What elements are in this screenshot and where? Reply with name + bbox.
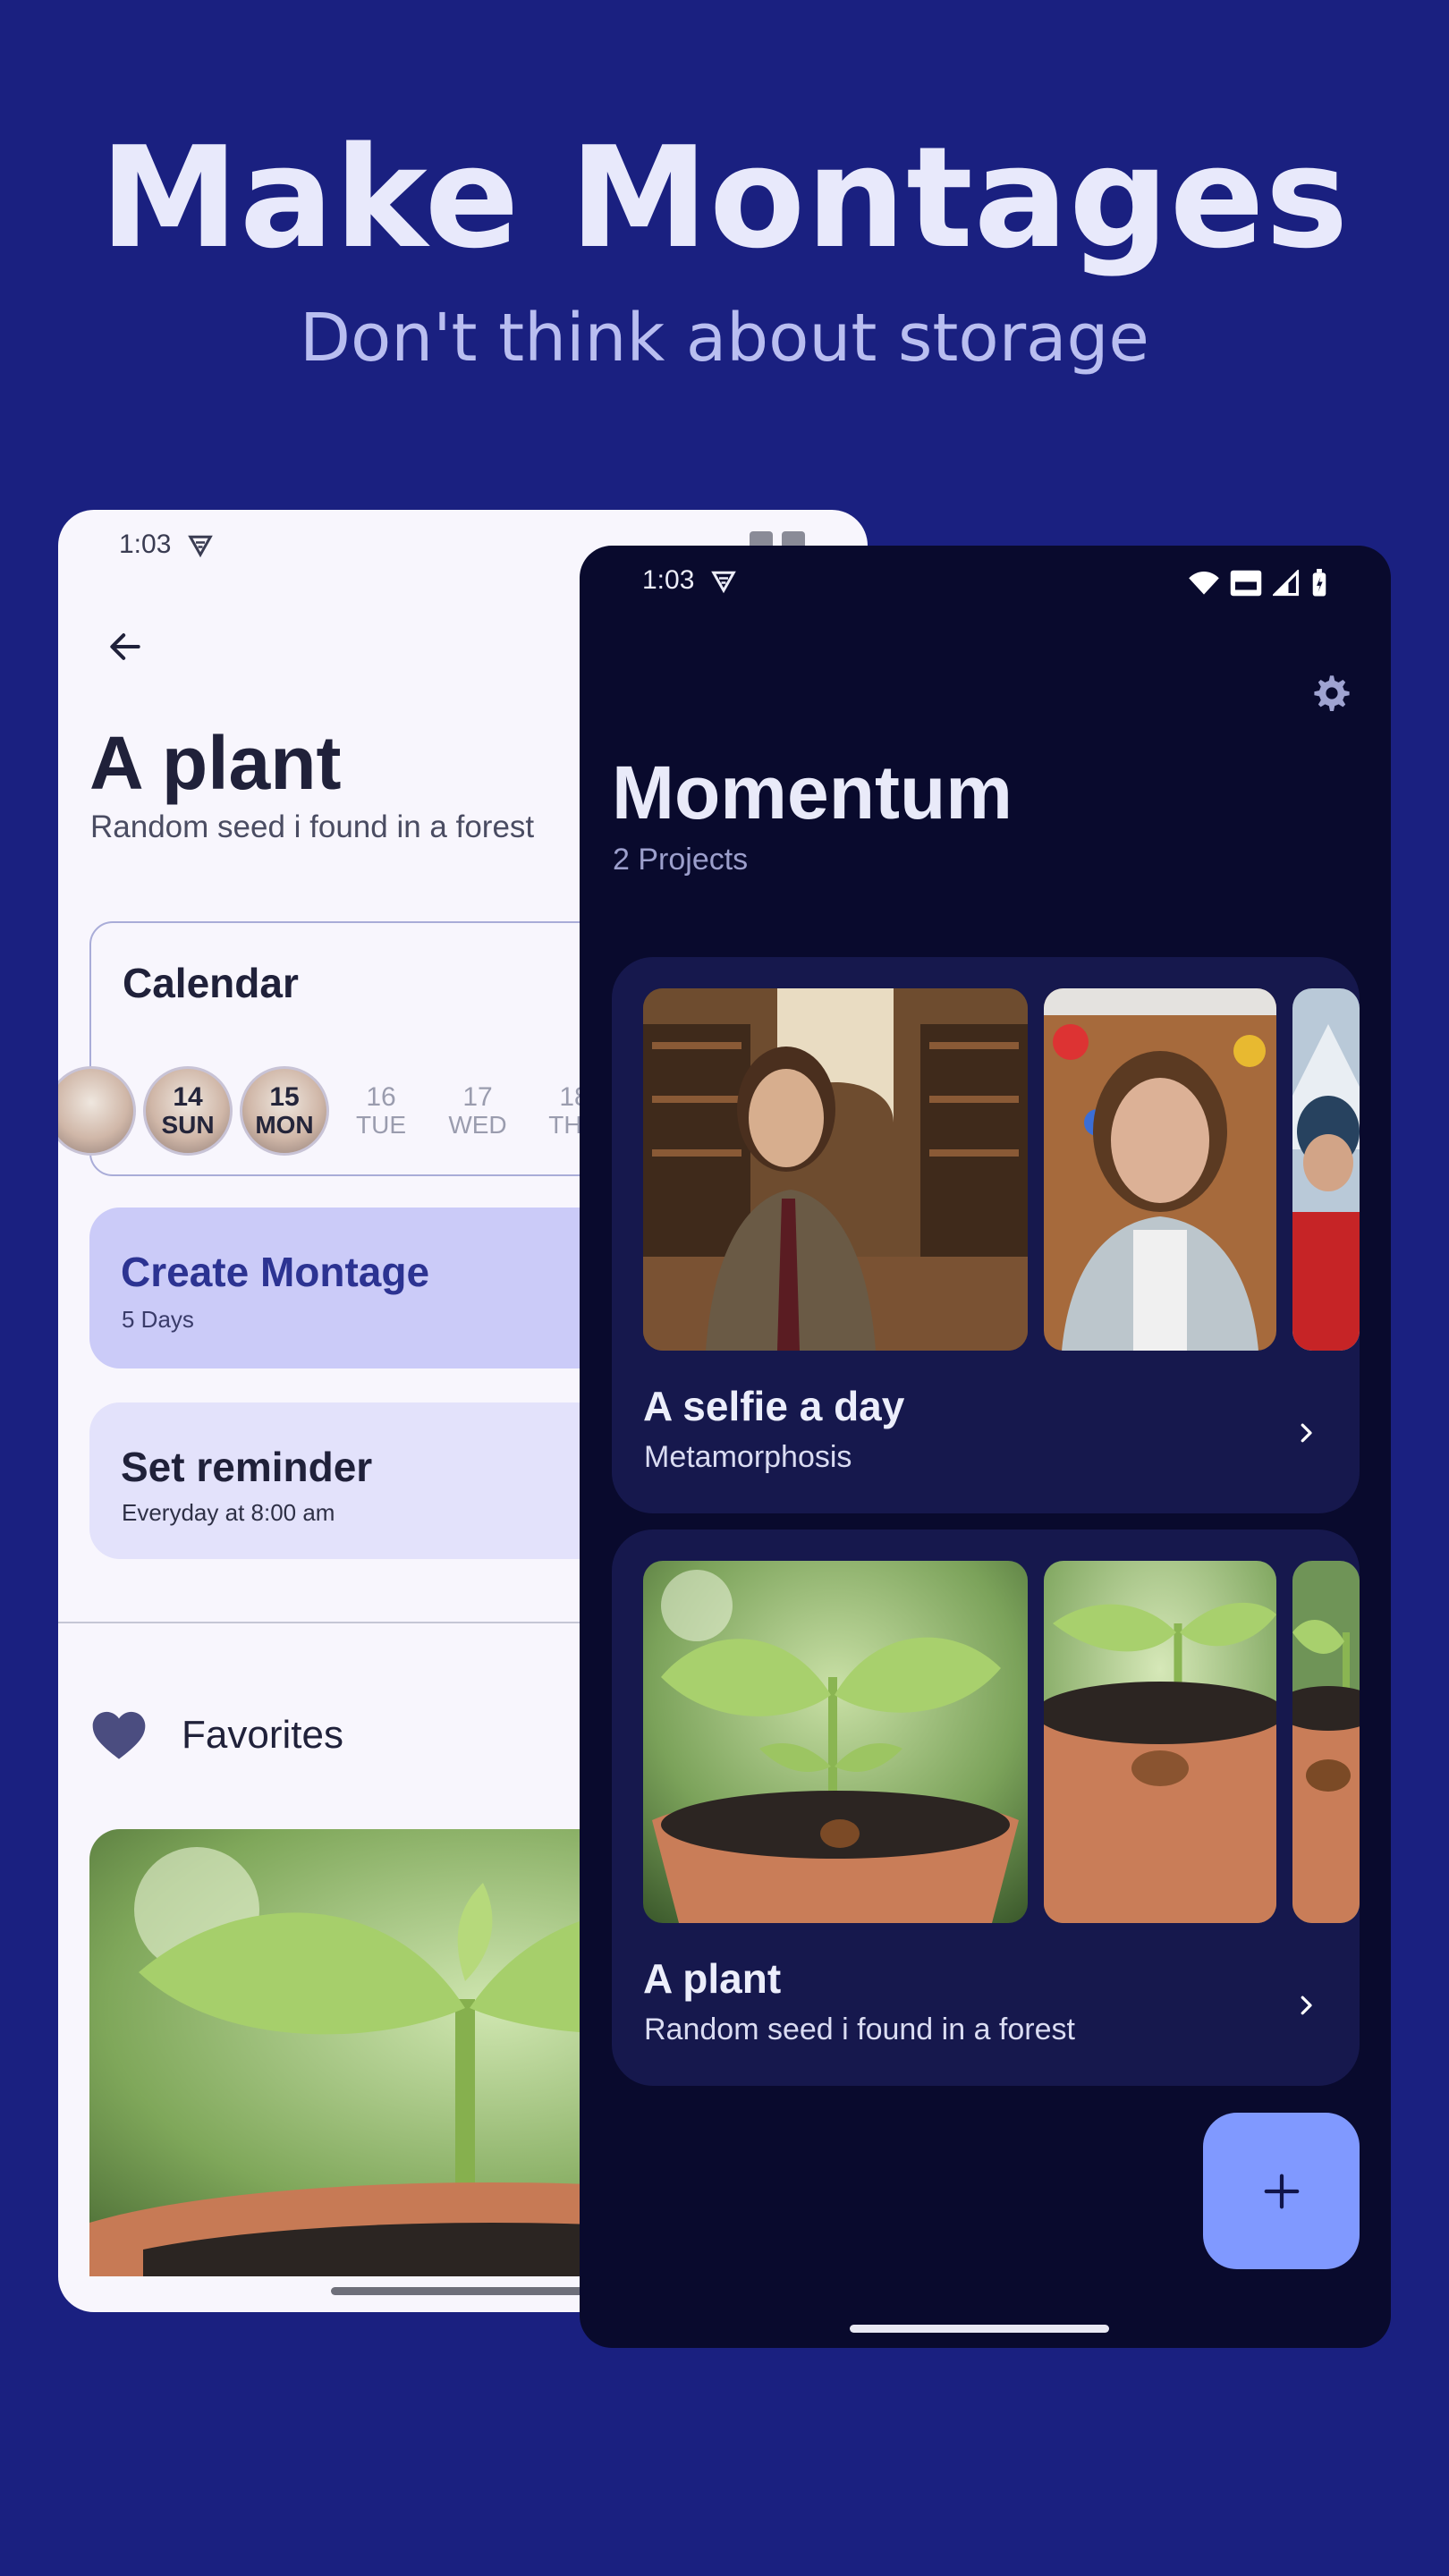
- plant-sprout-image: [1044, 1561, 1276, 1923]
- hero-title: Make Montages: [99, 116, 1350, 279]
- calendar-day[interactable]: 16 TUE: [336, 1066, 426, 1156]
- selfie-market-image: [1044, 988, 1276, 1351]
- home-indicator: [850, 2325, 1109, 2333]
- day-number: 16: [366, 1082, 396, 1113]
- day-number: 15: [269, 1082, 300, 1113]
- battery-icon: [1312, 569, 1326, 597]
- chevron-right-icon: [1301, 1996, 1312, 2015]
- set-reminder-subtitle: Everyday at 8:00 am: [122, 1499, 335, 1526]
- status-time: 1:03: [642, 565, 695, 595]
- project-thumbnail[interactable]: [1044, 1561, 1276, 1923]
- app-title: Momentum: [612, 750, 1013, 835]
- status-bar: 1:03: [119, 530, 214, 560]
- vpn-icon: [188, 535, 214, 558]
- day-of-week: MON: [255, 1111, 314, 1140]
- status-bar: 1:03: [642, 565, 737, 596]
- arrow-back-icon: [110, 633, 140, 660]
- day-of-week: SUN: [161, 1111, 215, 1140]
- plant-sprout-image: [643, 1561, 1028, 1923]
- plus-icon: [1264, 2174, 1299, 2208]
- lte-icon: [1230, 570, 1262, 597]
- project-card[interactable]: A selfie a day Metamorphosis: [612, 957, 1360, 1513]
- project-title: A plant: [89, 721, 342, 805]
- projects-list-screen: 1:03 Momentum 2 Projects A selfie a day …: [580, 546, 1391, 2348]
- gear-icon: [1314, 675, 1350, 711]
- favorites-label: Favorites: [182, 1713, 343, 1757]
- calendar-day-strip[interactable]: 14 SUN 15 MON 16 TUE 17 WED 18 THU: [58, 1066, 619, 1156]
- project-thumbnail[interactable]: [1292, 988, 1360, 1351]
- day-number: 14: [173, 1082, 203, 1113]
- home-indicator: [331, 2287, 599, 2295]
- add-project-button[interactable]: [1203, 2113, 1360, 2269]
- selfie-library-image: [643, 988, 1028, 1351]
- hero-subtitle: Don't think about storage: [300, 300, 1149, 377]
- calendar-day[interactable]: 15 MON: [240, 1066, 329, 1156]
- create-montage-subtitle: 5 Days: [122, 1306, 194, 1333]
- wifi-icon: [1189, 572, 1219, 595]
- day-of-week: TUE: [356, 1111, 406, 1140]
- project-card[interactable]: A plant Random seed i found in a forest: [612, 1530, 1360, 2086]
- project-name: A plant: [643, 1955, 782, 2002]
- calendar-title: Calendar: [123, 960, 299, 1006]
- calendar-day[interactable]: 14 SUN: [143, 1066, 233, 1156]
- heart-icon: [92, 1711, 146, 1759]
- back-button[interactable]: [94, 615, 157, 678]
- project-thumbnail[interactable]: [1292, 1561, 1360, 1923]
- day-number: 17: [462, 1082, 493, 1113]
- calendar-day[interactable]: [58, 1066, 136, 1156]
- thumbnail-strip[interactable]: [643, 988, 1360, 1351]
- settings-button[interactable]: [1305, 666, 1359, 720]
- set-reminder-label: Set reminder: [121, 1444, 373, 1490]
- project-count: 2 Projects: [613, 843, 749, 877]
- favorites-header[interactable]: Favorites: [90, 1708, 343, 1762]
- project-name: A selfie a day: [643, 1383, 905, 1429]
- open-project-button[interactable]: [1286, 1413, 1326, 1453]
- create-montage-label: Create Montage: [121, 1249, 430, 1295]
- status-time: 1:03: [119, 530, 172, 559]
- calendar-day[interactable]: 17 WED: [433, 1066, 522, 1156]
- day-of-week: WED: [448, 1111, 507, 1140]
- chevron-right-icon: [1301, 1423, 1312, 1443]
- plant-sprout-image: [1292, 1561, 1360, 1923]
- project-thumbnail[interactable]: [643, 988, 1028, 1351]
- project-description: Metamorphosis: [644, 1440, 852, 1474]
- open-project-button[interactable]: [1286, 1986, 1326, 2025]
- project-thumbnail[interactable]: [643, 1561, 1028, 1923]
- selfie-mountain-image: [1292, 988, 1360, 1351]
- project-thumbnail[interactable]: [1044, 988, 1276, 1351]
- signal-icon: [1273, 570, 1300, 597]
- vpn-icon: [711, 571, 737, 594]
- thumbnail-strip[interactable]: [643, 1561, 1360, 1923]
- project-description: Random seed i found in a forest: [90, 809, 535, 844]
- status-icons: [1189, 569, 1328, 597]
- project-description: Random seed i found in a forest: [644, 2012, 1075, 2046]
